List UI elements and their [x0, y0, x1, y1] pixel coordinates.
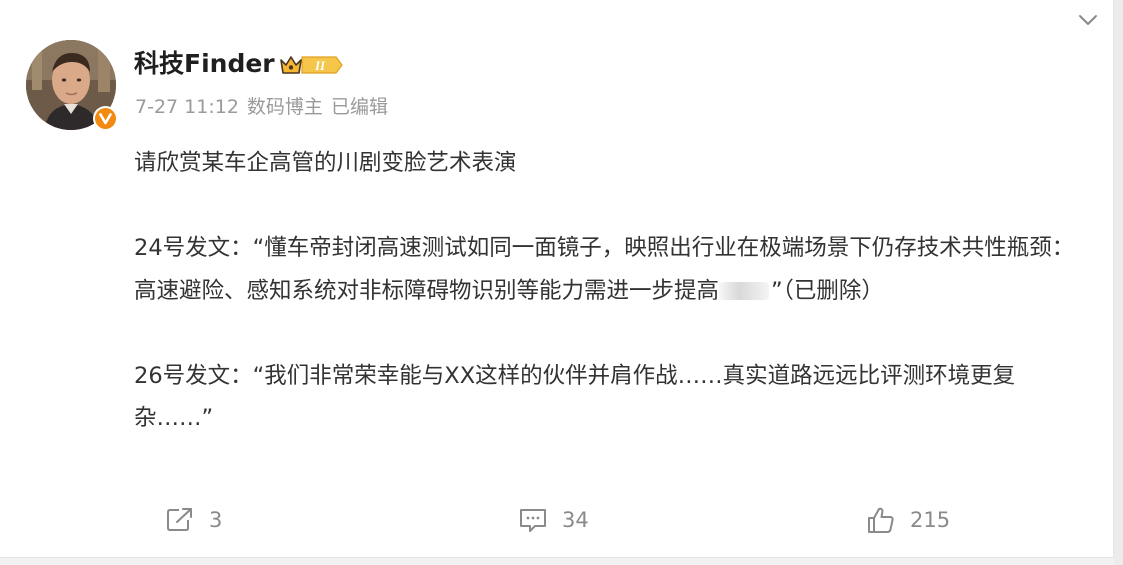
- like-count: 215: [910, 508, 951, 532]
- comment-button[interactable]: 34: [518, 500, 589, 540]
- action-bar: 3 34 215: [0, 500, 1113, 540]
- comment-icon: [520, 509, 546, 532]
- like-button[interactable]: 215: [866, 500, 950, 540]
- share-button[interactable]: 3: [165, 500, 222, 540]
- author-name[interactable]: 科技Finder: [134, 48, 275, 80]
- share-count: 3: [209, 508, 223, 532]
- chevron-down-icon[interactable]: [1078, 14, 1098, 26]
- post-content: 请欣赏某车企高管的川剧变脸艺术表演 24号发文：“懂车帝封闭高速测试如同一面镜子…: [134, 142, 1084, 440]
- post-card: 科技Finder II 7-27 11:12 数码博主 已编辑 请欣赏某车企高管的川…: [0, 0, 1114, 558]
- crown-level-badge-icon[interactable]: II: [278, 53, 344, 77]
- post-date[interactable]: 7-27 11:12: [135, 96, 239, 118]
- share-icon: [167, 508, 192, 531]
- thumbs-up-icon: [868, 507, 894, 533]
- paragraph-24-main: 24号发文：“懂车帝封闭高速测试如同一面镜子，映照出行业在极端场景下仍存技术共性…: [134, 235, 1075, 304]
- paragraph-26: 26号发文：“我们非常荣幸能与XX这样的伙伴并肩作战……真实道路远远比评测环境更…: [134, 362, 1016, 432]
- verified-v-icon: [93, 106, 118, 131]
- edited-label[interactable]: 已编辑: [331, 96, 388, 118]
- paragraph-24: 24号发文：“懂车帝封闭高速测试如同一面镜子，映照出行业在极端场景下仍存技术共性…: [134, 227, 1084, 312]
- intro-paragraph: 请欣赏某车企高管的川剧变脸艺术表演: [134, 150, 517, 176]
- post-meta: 7-27 11:12 数码博主 已编辑: [135, 93, 396, 121]
- blurred-text: [719, 282, 770, 300]
- author-role: 数码博主: [246, 96, 323, 118]
- paragraph-24-tail: ”（已删除）: [771, 277, 884, 304]
- badge-level: II: [314, 58, 326, 73]
- scrollbar-track[interactable]: [1114, 0, 1123, 565]
- comment-count: 34: [562, 508, 589, 532]
